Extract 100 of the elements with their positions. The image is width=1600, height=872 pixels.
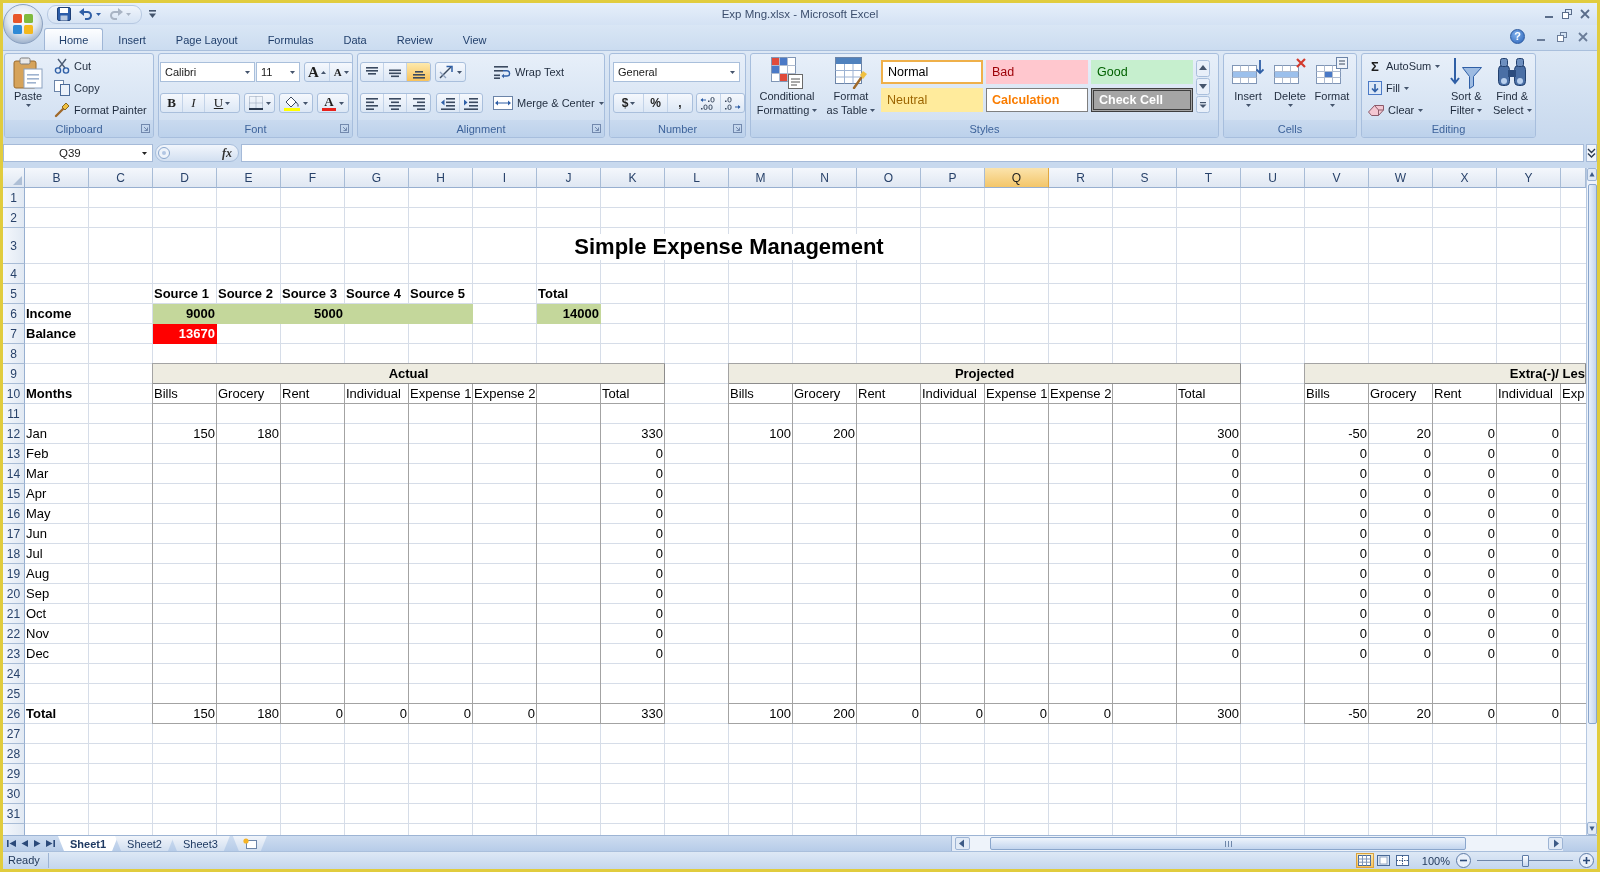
row-header[interactable]: 24: [3, 664, 25, 684]
cell-style-option[interactable]: Bad: [986, 60, 1088, 84]
row-header[interactable]: 20: [3, 584, 25, 604]
zoom-out-icon[interactable]: [1456, 853, 1471, 868]
column-header[interactable]: W: [1369, 168, 1433, 188]
row-header[interactable]: 3: [3, 228, 25, 264]
row-header[interactable]: 13: [3, 444, 25, 464]
find-select-button[interactable]: Find & Select: [1490, 54, 1535, 117]
font-size-box[interactable]: 11: [256, 62, 300, 82]
ribbon-tab[interactable]: Formulas: [252, 28, 329, 50]
row-header[interactable]: 1: [3, 188, 25, 208]
clear-button[interactable]: Clear: [1366, 99, 1443, 121]
wrap-text-button[interactable]: Wrap Text: [491, 62, 567, 82]
formula-input[interactable]: [241, 144, 1584, 162]
italic-button[interactable]: I: [183, 94, 205, 112]
insert-sheet-tab[interactable]: [232, 836, 267, 851]
format-cells-button[interactable]: Format: [1311, 54, 1353, 107]
expand-formula-button[interactable]: [1586, 144, 1597, 162]
row-header[interactable]: 7: [3, 324, 25, 344]
scroll-up-icon[interactable]: [1587, 168, 1597, 181]
row-header[interactable]: 21: [3, 604, 25, 624]
expand-chevron-icon[interactable]: [1587, 148, 1596, 158]
row-header[interactable]: 15: [3, 484, 25, 504]
scroll-down-icon[interactable]: [1196, 78, 1210, 95]
row-header[interactable]: 19: [3, 564, 25, 584]
zoom-slider-thumb[interactable]: [1522, 854, 1529, 867]
ribbon-tab[interactable]: View: [447, 28, 502, 50]
column-header[interactable]: V: [1305, 168, 1369, 188]
scrollbar-thumb[interactable]: [990, 837, 1466, 850]
insert-cells-button[interactable]: Insert: [1227, 54, 1269, 107]
bold-button[interactable]: B: [161, 94, 183, 112]
format-painter-button[interactable]: Format Painter: [52, 99, 149, 121]
borders-button[interactable]: [244, 93, 275, 113]
orientation-button[interactable]: [435, 62, 466, 82]
row-header[interactable]: 25: [3, 684, 25, 704]
column-header[interactable]: J: [537, 168, 601, 188]
paste-button[interactable]: Paste: [8, 54, 48, 107]
row-header[interactable]: 4: [3, 264, 25, 284]
row-header[interactable]: 27: [3, 724, 25, 744]
restore-icon[interactable]: [1562, 9, 1572, 19]
autosum-button[interactable]: Σ AutoSum: [1366, 55, 1443, 77]
column-header[interactable]: T: [1177, 168, 1241, 188]
scroll-left-icon[interactable]: [955, 837, 970, 850]
row-header[interactable]: 6: [3, 304, 25, 324]
column-header[interactable]: B: [25, 168, 89, 188]
row-header[interactable]: 29: [3, 764, 25, 784]
row-header[interactable]: 10: [3, 384, 25, 404]
column-header[interactable]: N: [793, 168, 857, 188]
column-header[interactable]: I: [473, 168, 537, 188]
column-header[interactable]: X: [1433, 168, 1497, 188]
ribbon-tab[interactable]: Home: [44, 28, 104, 50]
scrollbar-thumb[interactable]: [1587, 184, 1597, 724]
format-as-table-button[interactable]: Format as Table: [823, 54, 879, 117]
delete-cells-button[interactable]: Delete: [1269, 54, 1311, 107]
cut-button[interactable]: Cut: [52, 55, 149, 77]
ribbon-tab[interactable]: Review: [381, 28, 448, 50]
undo-arrow-icon[interactable]: [79, 7, 93, 21]
column-header[interactable]: E: [217, 168, 281, 188]
close-icon[interactable]: [1578, 31, 1588, 42]
column-header[interactable]: H: [409, 168, 473, 188]
row-header[interactable]: 5: [3, 284, 25, 304]
row-header[interactable]: 11: [3, 404, 25, 424]
column-header[interactable]: O: [857, 168, 921, 188]
ribbon-tab[interactable]: Page Layout: [160, 28, 253, 50]
next-sheet-icon[interactable]: [33, 839, 42, 848]
currency-button[interactable]: $: [614, 94, 644, 112]
percent-button[interactable]: %: [644, 94, 668, 112]
scroll-down-icon[interactable]: [1587, 822, 1597, 835]
sheet-tab[interactable]: Sheet3: [170, 836, 230, 851]
row-header[interactable]: 9: [3, 364, 25, 384]
column-header[interactable]: Q: [985, 168, 1049, 188]
column-header[interactable]: S: [1113, 168, 1177, 188]
name-box[interactable]: Q39: [3, 144, 153, 162]
view-button[interactable]: [1355, 853, 1374, 868]
merge-center-button[interactable]: Merge & Center: [491, 93, 604, 113]
column-header[interactable]: U: [1241, 168, 1305, 188]
row-header[interactable]: 14: [3, 464, 25, 484]
column-header[interactable]: R: [1049, 168, 1113, 188]
cell-style-option[interactable]: Good: [1091, 60, 1193, 84]
shrink-font-button[interactable]: A: [329, 63, 352, 81]
column-header[interactable]: L: [665, 168, 729, 188]
customize-icon[interactable]: [149, 10, 156, 18]
row-header[interactable]: 12: [3, 424, 25, 444]
fill-button[interactable]: Fill: [1366, 77, 1443, 99]
font-color-button[interactable]: A: [317, 93, 349, 113]
column-header[interactable]: K: [601, 168, 665, 188]
number-format-box[interactable]: General: [613, 62, 740, 82]
conditional-formatting-button[interactable]: Conditional Formatting: [753, 54, 821, 117]
row-header[interactable]: 22: [3, 624, 25, 644]
row-header[interactable]: 26: [3, 704, 25, 724]
first-sheet-icon[interactable]: [7, 839, 16, 848]
column-header[interactable]: P: [921, 168, 985, 188]
view-button[interactable]: [1393, 853, 1412, 868]
last-sheet-icon[interactable]: [46, 839, 55, 848]
row-header[interactable]: 30: [3, 784, 25, 804]
font-name-box[interactable]: Calibri: [160, 62, 255, 82]
underline-button[interactable]: U: [205, 94, 239, 112]
row-header[interactable]: 2: [3, 208, 25, 228]
column-header[interactable]: G: [345, 168, 409, 188]
column-header[interactable]: F: [281, 168, 345, 188]
